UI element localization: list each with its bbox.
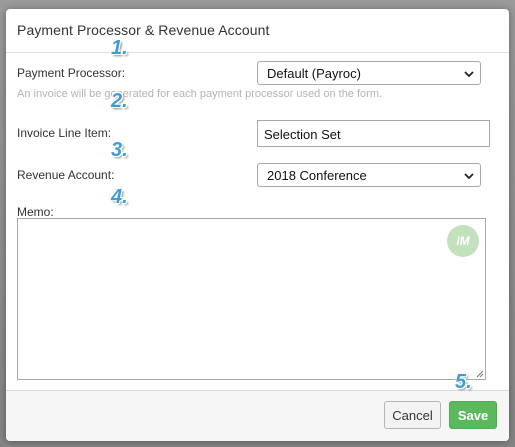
memo-label: Memo:	[17, 205, 54, 219]
revenue-account-value: 2018 Conference	[267, 168, 367, 183]
step-marker-1: 1.	[111, 37, 128, 59]
dialog-title: Payment Processor & Revenue Account	[17, 22, 270, 38]
step-marker-4: 4.	[111, 186, 128, 208]
payment-processor-value: Default (Payroc)	[267, 66, 361, 81]
dialog-header: Payment Processor & Revenue Account	[6, 9, 509, 53]
invoice-line-item-label: Invoice Line Item:	[17, 126, 112, 140]
step-marker-2: 2.	[111, 90, 128, 112]
resize-grip-icon[interactable]	[474, 368, 484, 378]
payment-processor-hint: An invoice will be generated for each pa…	[17, 88, 383, 100]
save-button[interactable]: Save	[449, 401, 497, 429]
chevron-down-icon	[464, 71, 474, 78]
cancel-button[interactable]: Cancel	[384, 401, 441, 429]
memo-textarea[interactable]: IM	[17, 218, 486, 380]
revenue-account-select[interactable]: 2018 Conference	[257, 163, 481, 187]
invoice-line-item-input[interactable]: Selection Set	[257, 120, 490, 147]
invoice-line-item-value: Selection Set	[264, 127, 341, 142]
grammar-assistant-badge[interactable]: IM	[447, 225, 479, 257]
revenue-account-label: Revenue Account:	[17, 168, 115, 182]
chevron-down-icon	[464, 173, 474, 180]
payment-processor-dialog: Payment Processor & Revenue Account Paym…	[6, 9, 509, 441]
payment-processor-label: Payment Processor:	[17, 66, 126, 80]
step-marker-3: 3.	[111, 139, 128, 161]
payment-processor-select[interactable]: Default (Payroc)	[257, 61, 481, 85]
step-marker-5: 5.	[455, 371, 472, 393]
dialog-footer: Cancel Save	[6, 390, 509, 441]
